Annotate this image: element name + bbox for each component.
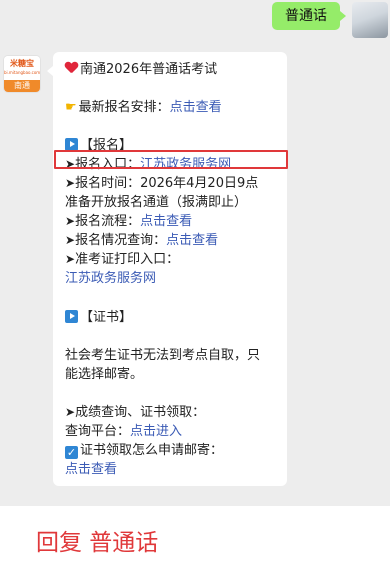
time-line-1: ➤报名时间：2026年4月20日9点 xyxy=(65,174,258,193)
user-avatar[interactable] xyxy=(352,2,388,38)
heart-icon xyxy=(65,62,78,74)
print-label: 准考证打印入口： xyxy=(75,252,180,267)
latest-label: 最新报名安排： xyxy=(78,100,170,115)
mail-label: 证书领取怎么申请邮寄： xyxy=(80,443,224,458)
status-label: 报名情况查询： xyxy=(75,233,167,248)
process-link[interactable]: 点击查看 xyxy=(140,214,192,229)
status-line: ➤报名情况查询：点击查看 xyxy=(65,231,218,250)
mail-link[interactable]: 点击查看 xyxy=(65,460,117,479)
mail-line: ✓ 证书领取怎么申请邮寄： xyxy=(65,441,223,460)
reply-instruction: 回复 普通话 xyxy=(36,530,159,556)
bot-message-bubble: 南通2026年普通话考试 ☛ 最新报名安排：点击查看 【报名】 ➤报名入口：江苏政… xyxy=(47,52,287,486)
highlight-box xyxy=(54,150,288,169)
cert-line-1: 社会考生证书无法到考点自取，只 xyxy=(65,348,261,363)
platform-label: 查询平台： xyxy=(65,424,131,439)
arrow-icon: ➤ xyxy=(65,176,76,190)
process-line: ➤报名流程：点击查看 xyxy=(65,212,192,231)
platform-link[interactable]: 点击进入 xyxy=(130,424,182,439)
arrow-icon: ➤ xyxy=(65,233,76,247)
cert-line-2: 能选择邮寄。 xyxy=(65,367,144,382)
score-line: ➤成绩查询、证书领取： xyxy=(65,403,205,422)
section-cert-heading: 【证书】 xyxy=(65,308,132,327)
status-link[interactable]: 点击查看 xyxy=(166,233,218,248)
arrow-icon: ➤ xyxy=(65,252,76,266)
pointing-hand-icon: ☛ xyxy=(65,100,77,115)
checkbox-icon: ✓ xyxy=(65,446,78,459)
time-text-1: 报名时间：2026年4月20日9点 xyxy=(75,176,259,191)
message-title-line: 南通2026年普通话考试 xyxy=(65,60,217,79)
time-line-2: 准备开放报名通道（报满即止） xyxy=(65,195,248,210)
print-line: ➤准考证打印入口： xyxy=(65,250,179,269)
print-link[interactable]: 江苏政务服务网 xyxy=(65,269,156,288)
latest-link[interactable]: 点击查看 xyxy=(170,100,222,115)
user-message-text: 普通话 xyxy=(285,8,327,24)
latest-line: ☛ 最新报名安排：点击查看 xyxy=(65,98,222,117)
arrow-icon: ➤ xyxy=(65,214,76,228)
process-label: 报名流程： xyxy=(75,214,141,229)
bot-avatar-region: 南通 xyxy=(4,80,40,92)
play-icon xyxy=(65,310,78,323)
arrow-icon: ➤ xyxy=(65,405,76,419)
platform-line: 查询平台：点击进入 xyxy=(65,422,182,441)
message-title: 南通2026年普通话考试 xyxy=(80,62,218,77)
score-label: 成绩查询、证书领取： xyxy=(75,405,206,420)
bot-avatar-subtitle: bi.mitangbao.com xyxy=(4,70,40,75)
bot-avatar-logo: 米糖宝 bi.mitangbao.com xyxy=(4,56,40,80)
bot-avatar[interactable]: 米糖宝 bi.mitangbao.com 南通 xyxy=(4,56,40,92)
user-message-bubble: 普通话 xyxy=(272,2,346,30)
section-cert-label: 【证书】 xyxy=(80,310,133,325)
bot-avatar-name: 米糖宝 xyxy=(10,59,34,68)
